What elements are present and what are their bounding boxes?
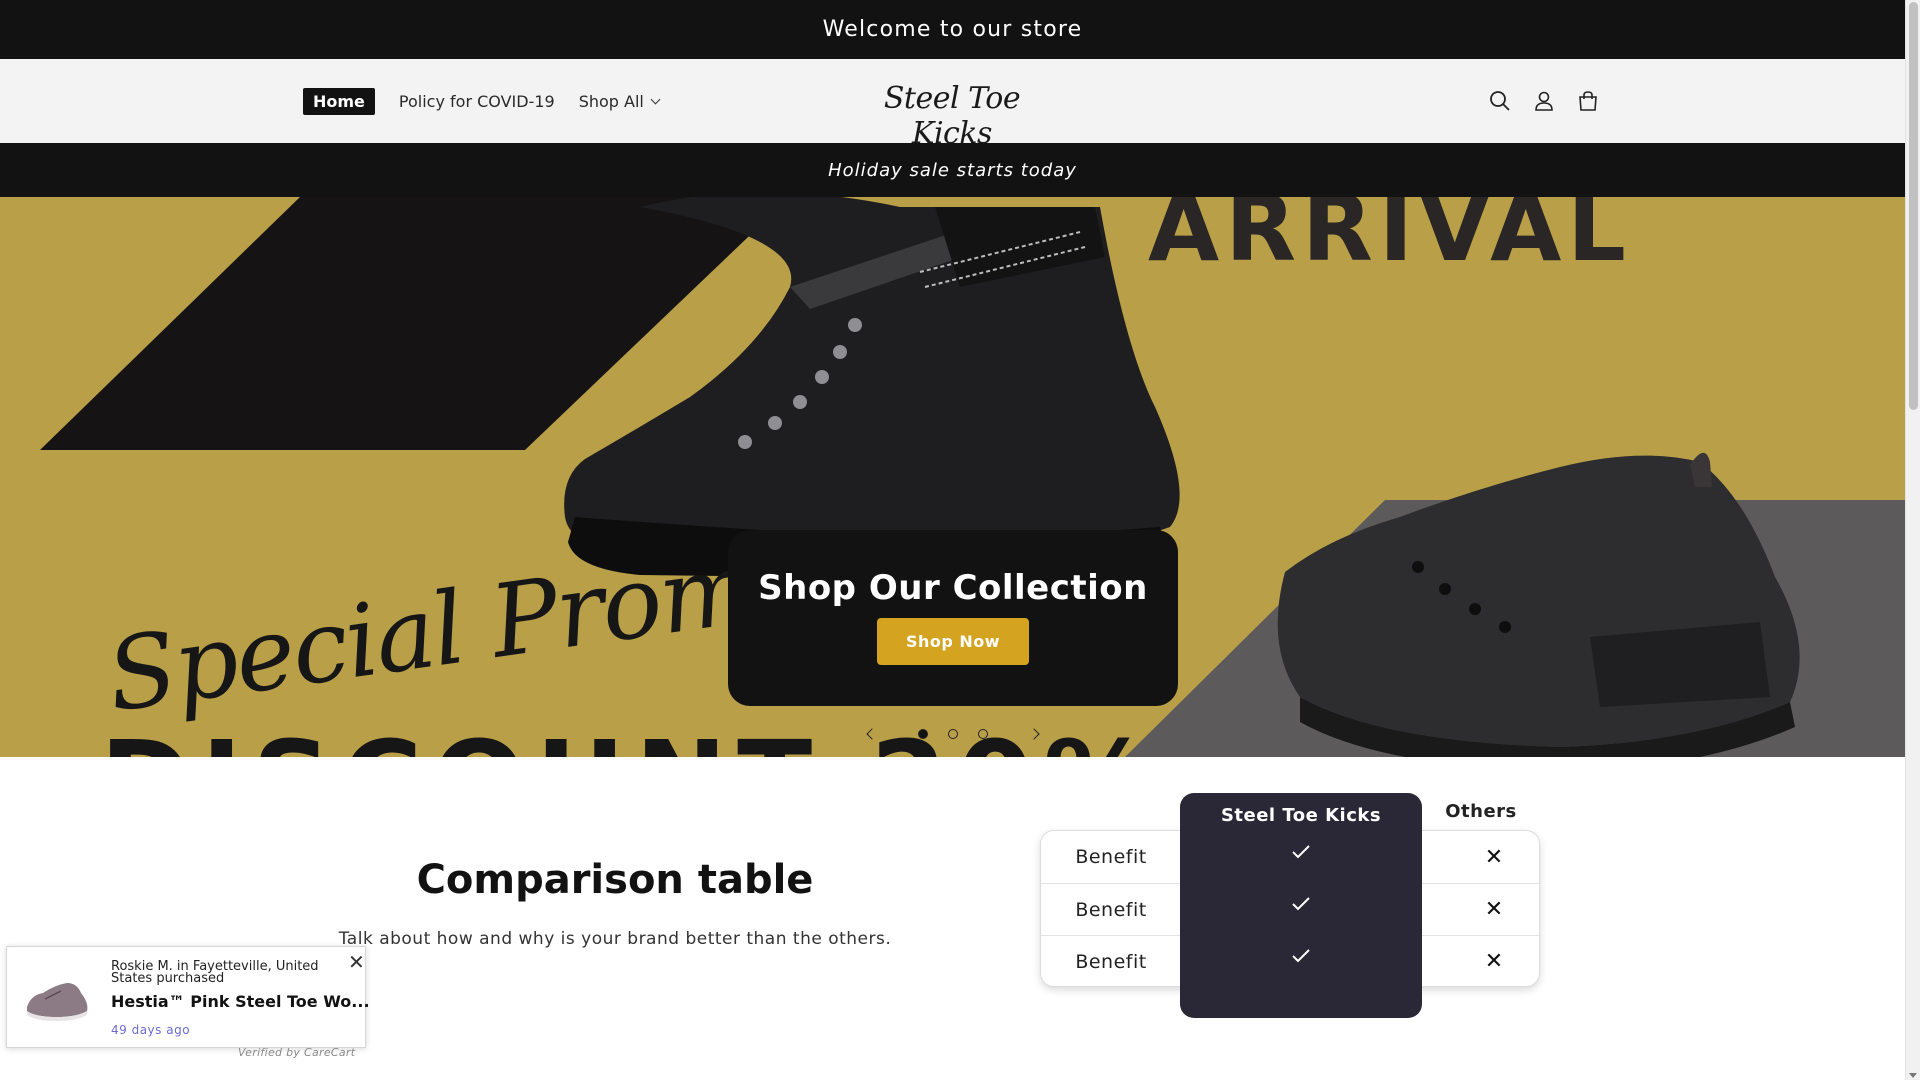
slider-prev-icon[interactable] [866, 728, 878, 740]
row-label: Benefit [1075, 846, 1147, 868]
search-icon[interactable] [1488, 89, 1512, 113]
slider-dot-3[interactable] [978, 729, 988, 739]
scroll-down-icon[interactable] [1909, 1073, 1917, 1078]
cart-icon[interactable] [1576, 89, 1600, 113]
purchase-notification[interactable]: Roskie M. in Fayetteville, United States… [6, 946, 370, 1048]
close-icon[interactable]: ✕ [348, 952, 365, 972]
nav-home[interactable]: Home [303, 87, 375, 115]
announcement-bar: Welcome to our store [0, 0, 1905, 59]
header-icons [1488, 59, 1600, 143]
check-icon [1180, 948, 1422, 964]
sale-bar-text: Holiday sale starts today [828, 159, 1077, 181]
hero-banner: ARRIVAL Special Promo DISCOUNT 20% Shop … [0, 197, 1905, 757]
nav-policy-covid[interactable]: Policy for COVID-19 [399, 88, 555, 115]
hero-card: Shop Our Collection Shop Now [728, 530, 1178, 706]
x-icon: ✕ [1484, 844, 1504, 870]
chevron-down-icon [650, 94, 661, 104]
row-label: Benefit [1075, 898, 1147, 921]
popup-product-name[interactable]: Hestia™ Pink Steel Toe Wo... [111, 992, 370, 1011]
scrollbar-thumb[interactable] [1909, 2, 1918, 410]
slider-dot-2[interactable] [948, 729, 958, 739]
nav-shop-all-label: Shop All [578, 91, 644, 111]
hero-title: Shop Our Collection [758, 568, 1148, 608]
product-thumbnail [27, 983, 88, 1021]
main-nav: Home Policy for COVID-19 Shop All [303, 59, 661, 143]
x-icon: ✕ [1484, 897, 1504, 922]
shop-now-button[interactable]: Shop Now [876, 618, 1030, 665]
brand-column: Steel Toe Kicks [1180, 793, 1422, 1018]
slider-next-icon[interactable] [1028, 728, 1040, 740]
popup-time: 49 days ago [111, 1023, 191, 1037]
row-label: Benefit [1075, 950, 1147, 973]
sneaker-image [1277, 452, 1800, 757]
logo-text: Steel Toe Kicks [883, 81, 1021, 151]
slider-controls [866, 728, 1040, 740]
site-logo[interactable]: Steel Toe Kicks [862, 69, 1042, 151]
account-icon[interactable] [1532, 89, 1556, 113]
popup-buyer-text: Roskie M. in Fayetteville, United States… [111, 959, 319, 986]
nav-shop-all[interactable]: Shop All [578, 88, 661, 115]
sale-bar: Holiday sale starts today [0, 143, 1905, 197]
page: Welcome to our store Home Policy for COV… [0, 0, 1905, 1080]
slider-dot-1[interactable] [918, 729, 928, 739]
brand-column-title: Steel Toe Kicks [1220, 805, 1382, 826]
scrollbar[interactable] [1905, 0, 1920, 1080]
verified-by-text: Verified by CareCart [238, 1046, 356, 1059]
hero-arrival-text: ARRIVAL [1148, 197, 1632, 282]
others-column-title: Others [1445, 801, 1517, 822]
announcement-text: Welcome to our store [822, 17, 1083, 42]
site-header: Home Policy for COVID-19 Shop All Steel … [0, 59, 1905, 151]
check-icon [1180, 896, 1422, 912]
check-icon [1180, 844, 1422, 860]
x-icon: ✕ [1484, 949, 1504, 974]
